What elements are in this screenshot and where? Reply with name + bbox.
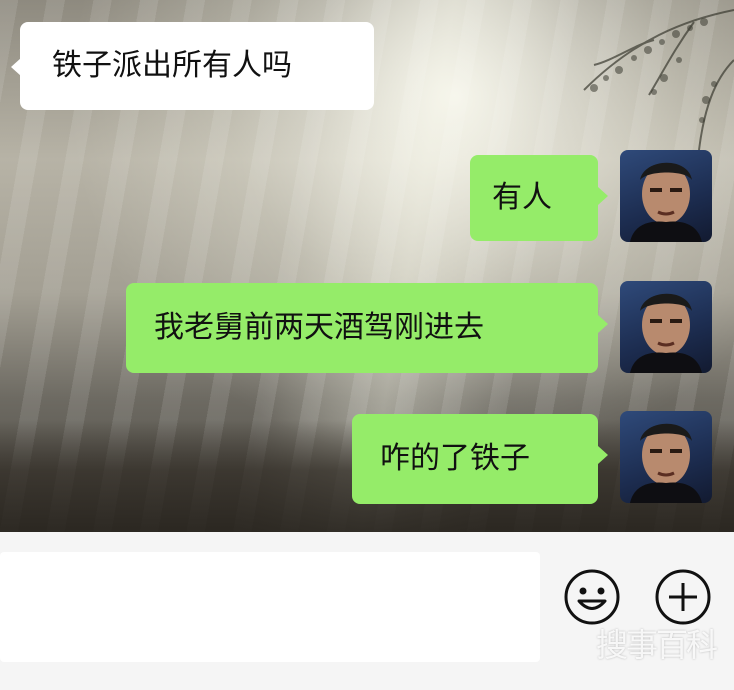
message-input[interactable] <box>0 552 540 662</box>
watermark-text: 搜事百科 <box>596 626 718 664</box>
chat-screen: 铁子派出所有人吗 有人 我老舅前两天酒驾刚进去 咋的了铁子 搜事百科 <box>0 0 734 690</box>
user-avatar[interactable] <box>620 281 712 373</box>
incoming-message-bubble[interactable]: 铁子派出所有人吗 <box>11 22 374 110</box>
user-avatar[interactable] <box>620 150 712 242</box>
message-text: 铁子派出所有人吗 <box>52 48 292 83</box>
chat-background: 铁子派出所有人吗 有人 我老舅前两天酒驾刚进去 咋的了铁子 <box>0 0 734 532</box>
outgoing-message-bubble[interactable]: 咋的了铁子 <box>352 414 608 504</box>
outgoing-message-bubble[interactable]: 有人 <box>470 155 608 241</box>
person-face-icon <box>630 162 702 242</box>
person-face-icon <box>630 293 702 373</box>
tree-branches-decoration <box>583 9 734 151</box>
plus-circle-icon[interactable] <box>654 568 712 626</box>
message-text: 我老舅前两天酒驾刚进去 <box>154 310 484 345</box>
outgoing-message-bubble[interactable]: 我老舅前两天酒驾刚进去 <box>126 283 608 373</box>
smiley-face-icon[interactable] <box>563 568 621 626</box>
person-face-icon <box>630 423 702 503</box>
user-avatar[interactable] <box>620 411 712 503</box>
message-text: 咋的了铁子 <box>380 441 530 476</box>
message-text: 有人 <box>492 180 552 215</box>
